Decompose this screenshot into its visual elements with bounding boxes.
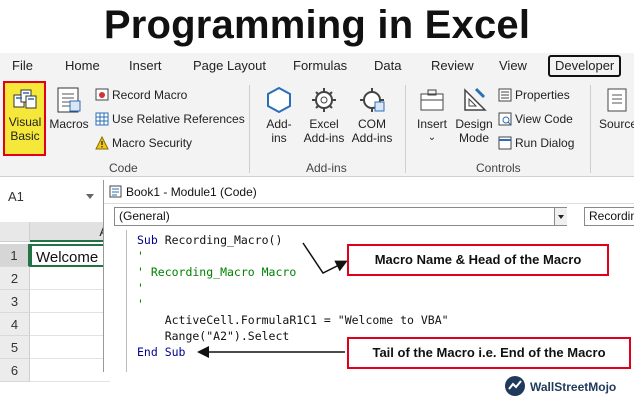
head-callout-arrow — [302, 242, 348, 274]
brand-watermark: WallStreetMojo — [504, 375, 616, 397]
tail-of-macro-callout: Tail of the Macro i.e. End of the Macro — [347, 337, 631, 369]
head-of-macro-callout: Macro Name & Head of the Macro — [347, 244, 609, 276]
screenshot-root: Programming in Excel File Home Insert Pa… — [0, 0, 634, 402]
brand-logo-icon — [505, 376, 525, 396]
brand-name: WallStreetMojo — [530, 380, 617, 394]
